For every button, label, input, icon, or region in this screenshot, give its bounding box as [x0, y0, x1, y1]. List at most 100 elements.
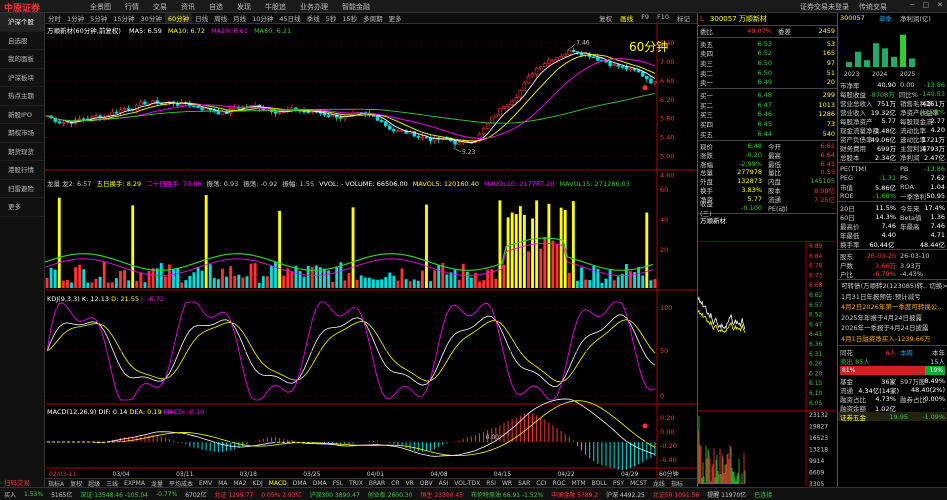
sidebar-item[interactable]: 沪深板块 — [0, 69, 44, 87]
period-tab[interactable]: 1分钟 — [64, 13, 87, 23]
period-tab[interactable]: 日线 — [192, 13, 211, 23]
period-tab[interactable]: 分时 — [45, 13, 64, 23]
bid-row[interactable]: 买五 6.44 540 — [698, 129, 837, 139]
ask-row[interactable]: 卖三 6.50 97 — [698, 58, 837, 68]
period-tab[interactable]: 30分钟 — [138, 13, 165, 23]
menu-item[interactable]: 业务办理 — [300, 2, 328, 12]
indicator-tab[interactable]: EXPMA — [121, 480, 148, 487]
indicator-tab[interactable]: PSY — [610, 480, 627, 487]
period-tab[interactable]: 45日线 — [276, 13, 303, 23]
indicator-tab[interactable]: BOLL — [589, 480, 610, 487]
period-tab[interactable]: 更多 — [386, 13, 405, 23]
sidebar-item[interactable]: 沪深个股 — [0, 13, 44, 32]
news-item[interactable]: 1月31日年报预告:预计减亏 — [838, 292, 947, 303]
period-tab[interactable]: 5秒 — [323, 13, 340, 23]
indicator-tab[interactable]: OBV — [417, 480, 436, 487]
menu-item[interactable]: 行情 — [125, 2, 139, 12]
sidebar-item[interactable]: 期货现货 — [0, 143, 44, 161]
bond-switch[interactable]: 可转债(万顺转2(123085)转.. 切换> — [838, 281, 947, 292]
top-link[interactable]: 传统交易 — [859, 2, 887, 12]
top-link[interactable]: 证券交易未登录 — [800, 2, 849, 12]
menu-item[interactable]: 交易 — [153, 2, 167, 12]
indicator-tab[interactable]: ASI — [436, 480, 452, 487]
sidebar-item[interactable]: 热点主题 — [0, 87, 44, 106]
indicator-tab[interactable]: MTM — [569, 480, 589, 487]
scan-trade-link[interactable]: 扫码交易 — [0, 477, 45, 487]
indicator-tab[interactable]: ROC — [549, 480, 568, 487]
menu-item[interactable]: 自选 — [209, 2, 223, 12]
bid-row[interactable]: 买二 6.47 1013 — [698, 100, 837, 110]
bid-row[interactable]: 买一 6.48 299 — [698, 90, 837, 100]
period-tab[interactable]: 15秒 — [339, 13, 360, 23]
bid-row[interactable]: 买四 6.45 73 — [698, 119, 837, 129]
sidebar-item[interactable]: 更多 — [0, 198, 44, 217]
volume-tick: 20 — [660, 246, 668, 254]
indicator-tab[interactable]: MA — [215, 480, 230, 487]
sector-name[interactable]: 证券五金 — [840, 412, 880, 422]
news-item[interactable]: 4月2日2026年第一季度可转换公.. — [838, 302, 947, 313]
news-item[interactable]: 2025年年报于4月24日披露 — [838, 313, 947, 324]
indicator-tab[interactable]: CCI — [533, 480, 549, 487]
period-tab[interactable]: 5分钟 — [87, 13, 110, 23]
indicator-tab[interactable]: MA2 — [230, 480, 249, 487]
tool-button[interactable]: F10 — [654, 13, 672, 23]
tool-button[interactable]: F9 — [638, 13, 652, 23]
indicator-tab[interactable]: DMA — [310, 480, 330, 487]
indicator-tab[interactable]: DMA — [290, 480, 310, 487]
ask-row[interactable]: 卖二 6.50 51 — [698, 68, 837, 78]
indicator-tab[interactable]: MACD — [266, 480, 290, 487]
period-tab[interactable]: 10分钟 — [249, 13, 276, 23]
ask-row[interactable]: 卖四 6.52 165 — [698, 48, 837, 58]
tab-quarterly[interactable]: 单季 — [879, 13, 892, 23]
indicator-tab[interactable]: RSI — [483, 480, 499, 487]
indicator-tab[interactable]: CR — [388, 480, 402, 487]
close-icon[interactable]: ✕ — [937, 1, 943, 9]
indicator-tab[interactable]: WR — [499, 480, 515, 487]
sidebar-item[interactable]: 港股行情 — [0, 161, 44, 180]
volume-bar — [278, 210, 282, 288]
tool-button[interactable]: 复权 — [596, 13, 615, 23]
indicator-tab[interactable]: TRIX — [346, 480, 366, 487]
indicator-tab[interactable]: MCST — [627, 480, 650, 487]
tool-button[interactable]: 标记 — [674, 13, 693, 23]
ma-label: MA60: 6.21 — [254, 27, 292, 35]
indicator-tab[interactable]: KDJ — [249, 480, 265, 487]
intraday-chart[interactable]: 6.89 6.84 6.78 6.73 6.68 6.62 6.57 6.52 6.47 6.41… — [698, 241, 837, 486]
indicator-tab[interactable]: EMV — [196, 480, 215, 487]
news-item[interactable]: 2026年一季报于4月24日披露 — [838, 323, 947, 334]
menu-item[interactable]: 发现 — [237, 2, 251, 12]
period-tab[interactable]: 季线 — [304, 13, 323, 23]
candle-body — [375, 116, 380, 121]
menu-item[interactable]: 资讯 — [181, 2, 195, 12]
sidebar-item[interactable]: 期权市场 — [0, 124, 44, 143]
volume-bar — [588, 280, 592, 288]
sidebar-item[interactable]: 我的面板 — [0, 50, 44, 69]
tab-net-profit[interactable]: 净利润(亿) — [900, 13, 931, 23]
menu-item[interactable]: 全景图 — [90, 2, 111, 12]
indicator-tab[interactable]: VOL-TDX — [451, 480, 483, 487]
indicator-tab[interactable]: SAR — [515, 480, 533, 487]
minimize-icon[interactable]: ─ — [910, 1, 914, 9]
bid-row[interactable]: 买三 6.46 1286 — [698, 110, 837, 119]
kline-chart-area[interactable]: 7.40 7.00 6.60 6.20 5.80 5.40 5.00 4.60 7.46 5.23… — [45, 24, 697, 478]
news-item[interactable]: 4月1日融资净买入-1239.66万 — [838, 334, 947, 345]
ask-row[interactable]: 卖一 6.49 20 — [698, 77, 837, 87]
indicator-tab[interactable]: FSL — [330, 480, 347, 487]
maximize-icon[interactable]: □ — [923, 1, 930, 9]
period-tab[interactable]: 多周期 — [360, 13, 386, 23]
tool-button[interactable]: 画线 — [617, 13, 636, 23]
indicator-tab[interactable]: VR — [403, 480, 417, 487]
sidebar-item[interactable]: 自选股 — [0, 32, 44, 50]
indicator-tab[interactable]: BRAR — [366, 480, 388, 487]
sidebar-item[interactable]: 扫雷避险 — [0, 180, 44, 198]
ask-row[interactable]: 卖五 6.53 53 — [698, 39, 837, 49]
period-tab[interactable]: 60分钟 — [164, 13, 193, 23]
perf-row-cell: 4.40 — [881, 230, 896, 239]
menu-item[interactable]: 牛股追 — [265, 2, 286, 12]
period-tab[interactable]: 月线 — [230, 13, 249, 23]
period-tab[interactable]: 15分钟 — [110, 13, 137, 23]
sidebar-item[interactable]: 新股IPO — [0, 106, 44, 124]
menu-item[interactable]: 智能金融 — [342, 2, 370, 12]
volume-bar — [416, 280, 420, 288]
period-tab[interactable]: 周线 — [211, 13, 230, 23]
